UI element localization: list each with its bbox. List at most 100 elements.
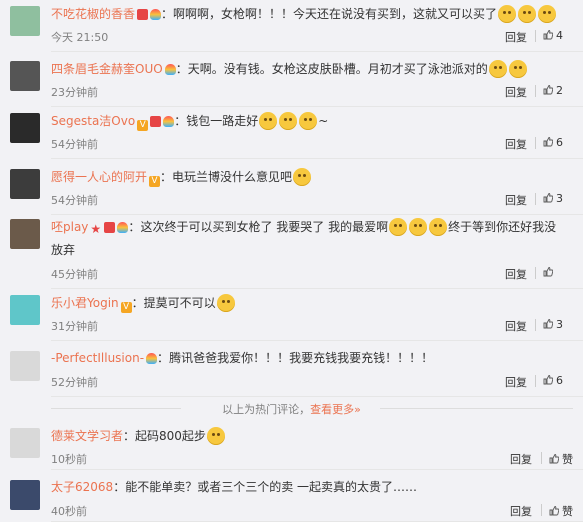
bulb-icon [146,353,158,364]
star-icon: ★ [90,222,102,236]
colon: ： [161,7,174,21]
reply-link[interactable]: 回复 [510,503,532,519]
avatar[interactable] [10,428,40,458]
like-count: 赞 [562,505,573,518]
comment-row: 四条眉毛金赫奎OUO ：天啊。没有钱。女枪这皮肤卧槽。月初才买了泳池派对的 23分钟… [0,55,583,107]
commenter-name[interactable]: 愿得一人心的阿开 [51,170,147,184]
comment-row: -PerfectIllusion- ：腾讯爸爸我爱你！！！我要充钱我要充钱！！！！… [0,345,583,397]
timestamp: 23分钟前 [51,86,98,99]
avatar[interactable] [10,351,40,381]
comment-text: 啊啊啊，女枪啊！！！今天还在说没有买到，这就又可以买了 [173,7,498,21]
commenter-name[interactable]: 德莱文学习者 [51,429,123,443]
comment-line: 呸play ★ ：这次终于可以买到女枪了 我要哭了 我的最爱啊 终于等到你还好我没 [51,218,556,236]
like-count: 赞 [562,453,573,466]
separator [535,267,536,279]
commenter-name[interactable]: Segesta洁Ovo [51,114,135,128]
reply-link[interactable]: 回复 [505,192,527,208]
avatar[interactable] [10,113,40,143]
reply-link[interactable]: 回复 [505,29,527,45]
latest-comment: 太子62068：能不能单卖？或者三个三个的卖 一起卖真的太贵了…… 40秒前 回复 赞 [0,474,583,522]
reply-link[interactable]: 回复 [505,374,527,390]
like-button[interactable]: 3 [543,318,563,331]
v-badge-icon: V [120,302,132,313]
commenter-name[interactable]: 四条眉毛金赫奎OUO [51,62,163,76]
comment-row: Segesta洁Ovo V ：钱包一路走好 ~54分钟前 回复 6 [0,107,583,159]
like-button[interactable]: 6 [543,136,563,149]
timestamp: 45分钟前 [51,268,98,281]
comment-text: 钱包一路走好 [186,114,259,128]
comment-text-cont: 终于等到你还好我没 [448,220,557,234]
avatar[interactable] [10,480,40,510]
thumb-up-icon[interactable] [543,319,553,329]
like-button[interactable]: 赞 [549,503,573,519]
reply-link[interactable]: 回复 [505,266,527,282]
bulb-icon [117,222,129,233]
thumb-up-icon[interactable] [543,137,553,147]
comment-text: 提莫可不可以 [143,296,216,310]
like-count: 3 [556,192,563,205]
avatar[interactable] [10,6,40,36]
timestamp: 31分钟前 [51,320,98,333]
comment-text-line2: 放弃 [51,243,76,257]
separator [535,319,536,331]
separator [541,452,542,464]
commenter-name[interactable]: 呸play [51,220,88,234]
comment-line: 不吃花椒的香香 ：啊啊啊，女枪啊！！！今天还在说没有买到，这就又可以买了 [51,5,557,23]
like-button[interactable]: 2 [543,84,563,97]
comment-row: 不吃花椒的香香 ：啊啊啊，女枪啊！！！今天还在说没有买到，这就又可以买了 今天 21… [0,0,583,52]
avatar[interactable] [10,295,40,325]
thumb-up-icon[interactable] [543,267,553,277]
like-button[interactable]: 3 [543,192,563,205]
bulb-icon [164,64,176,75]
comment-text-cont: ~ [318,114,329,128]
row-divider [51,396,583,397]
like-count: 6 [556,374,563,387]
colon: ： [175,62,188,76]
emoji-icon [259,112,278,130]
thumb-up-icon[interactable] [543,193,553,203]
like-button[interactable]: 4 [543,29,563,42]
row-divider [51,340,583,341]
comment-row: 愿得一人心的阿开 V ：电玩兰博没什么意见吧 54分钟前 回复 3 [0,163,583,215]
emoji-icon [409,218,428,236]
like-button[interactable] [543,266,556,279]
separator [535,193,536,205]
avatar[interactable] [10,219,40,249]
reply-link[interactable]: 回复 [505,136,527,152]
avatar[interactable] [10,169,40,199]
commenter-name[interactable]: 太子62068 [51,480,113,494]
commenter-name[interactable]: -PerfectIllusion- [51,351,144,365]
reply-link[interactable]: 回复 [505,84,527,100]
like-count: 6 [556,136,563,149]
reply-link[interactable]: 回复 [510,451,532,467]
commenter-name[interactable]: 乐小君Yogin [51,296,119,310]
comment-line: -PerfectIllusion- ：腾讯爸爸我爱你！！！我要充钱我要充钱！！！！ [51,350,433,366]
hot-label: 以上为热门评论， [222,403,311,416]
thumb-up-icon[interactable] [549,506,559,516]
vip-crown-icon [137,9,149,20]
comment-text: 能不能单卖？或者三个三个的卖 一起卖真的太贵了…… [125,480,418,494]
colon: ： [113,480,126,494]
vip-crown-icon [104,222,116,233]
reply-link[interactable]: 回复 [505,318,527,334]
thumb-up-icon[interactable] [549,454,559,464]
avatar[interactable] [10,61,40,91]
colon: ： [157,351,170,365]
emoji-icon [216,294,235,312]
commenter-name[interactable]: 不吃花椒的香香 [51,7,135,21]
like-button[interactable]: 6 [543,374,563,387]
see-more-link[interactable]: 查看更多» [310,403,361,416]
row-divider [51,158,583,159]
emoji-icon [508,60,527,78]
thumb-up-icon[interactable] [543,375,553,385]
comment-text: 这次终于可以买到女枪了 我要哭了 我的最爱啊 [140,220,389,234]
emoji-icon [488,60,507,78]
like-button[interactable]: 赞 [549,451,573,467]
like-count: 4 [556,29,563,42]
comment-text: 起码800起步 [135,429,206,443]
emoji-icon [389,218,408,236]
timestamp: 54分钟前 [51,194,98,207]
thumb-up-icon[interactable] [543,85,553,95]
thumb-up-icon[interactable] [543,30,553,40]
like-count: 2 [556,84,563,97]
